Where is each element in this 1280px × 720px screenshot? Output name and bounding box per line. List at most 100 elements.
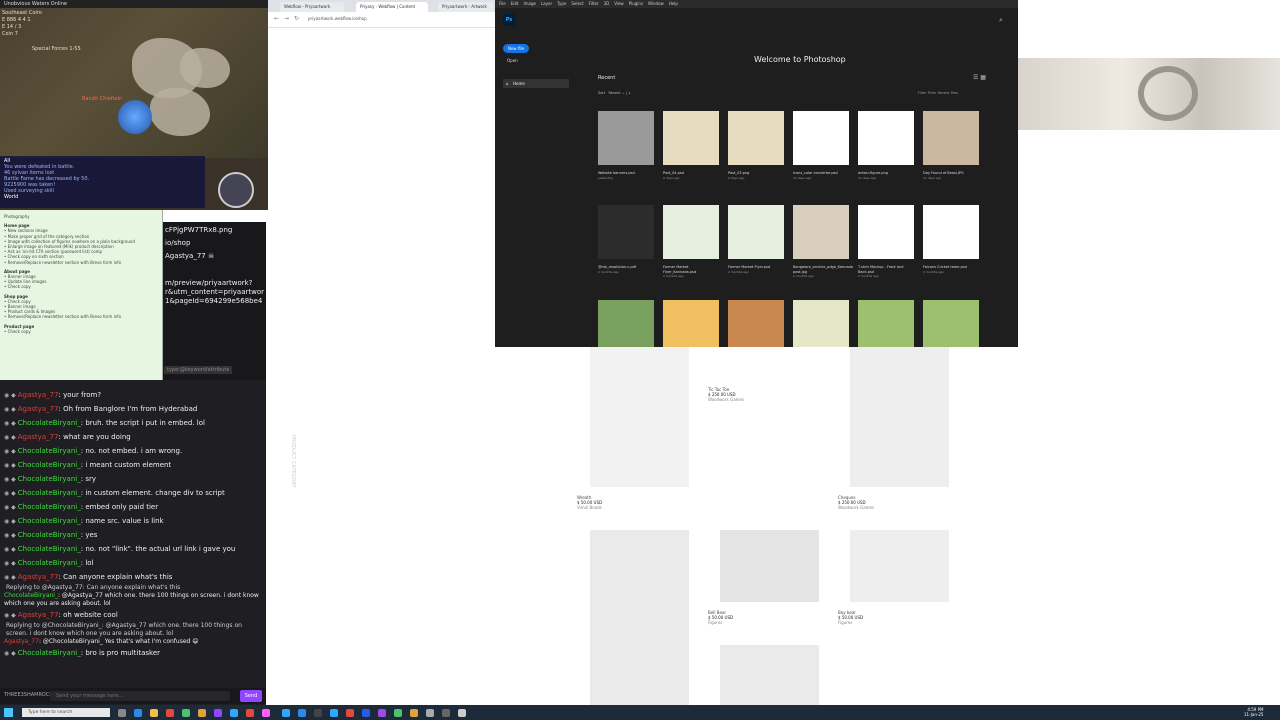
menu-item[interactable]: Select [571,1,583,6]
open-button[interactable]: Open [507,58,518,63]
product-image[interactable] [590,347,689,487]
menu-item[interactable]: View [614,1,624,6]
chat-message[interactable]: ◉ ◆ ChocolateBiryani_: embed only paid ti… [0,500,262,514]
product-card-text[interactable]: Boy bear $ 50.00 USD Figures [838,610,863,625]
reload-icon[interactable]: ↻ [294,15,299,22]
menu-item[interactable]: File [499,1,506,6]
product-card-text[interactable]: Cheques $ 250.00 USD Woodwork Games [838,495,874,510]
back-icon[interactable]: ← [274,15,279,22]
file-thumbnail[interactable] [858,300,914,347]
file-thumbnail[interactable] [728,111,784,165]
recent-file-card[interactable] [858,300,914,347]
menu-item[interactable]: Layer [541,1,552,6]
chat-message[interactable]: ◉ ◆ ChocolateBiryani_: name src. value is… [0,514,262,528]
file-thumbnail[interactable] [663,111,719,165]
settings-icon[interactable] [458,709,466,717]
game-chat[interactable]: All You were defeated in battle. 46 sylv… [0,156,205,208]
recent-file-card[interactable]: Post_03.png 9 days ago [728,111,784,180]
app-icon[interactable] [230,709,238,717]
file-thumbnail[interactable] [793,111,849,165]
recent-file-card[interactable]: Icons_color converter.psd 12 days ago [793,111,849,180]
app-icon[interactable] [262,709,270,717]
taskbar-clock[interactable]: 4:59 PM 11-Jan-25 [1244,707,1263,717]
chat-username[interactable]: ChocolateBiryani_ [18,649,81,657]
chat-message[interactable]: ◉ ◆ ChocolateBiryani_: in custom element.… [0,486,262,500]
taskbar-search[interactable]: Type here to search [22,708,110,717]
file-thumbnail[interactable] [598,300,654,347]
forward-icon[interactable]: → [284,15,289,22]
browser-tab[interactable]: Webflow - Priyaartwork [280,2,344,12]
file-thumbnail[interactable] [858,205,914,259]
recent-file-card[interactable]: Day Found of Beasi.JPG 11 days ago [923,111,979,180]
chat-message[interactable]: ◉ ◆ ChocolateBiryani_: lol [0,556,262,570]
recent-file-card[interactable]: @mk_resolution-c.pdf 2 months ago [598,205,654,274]
recent-file-card[interactable] [598,300,654,347]
url-text[interactable]: priyaartwork.webflow.io/shop [308,16,367,21]
chat-username[interactable]: Agastya_77 [18,405,59,413]
product-image[interactable] [720,645,819,705]
chat-identity[interactable]: THREE3SHAMROCK [4,692,53,698]
app-icon[interactable] [314,709,322,717]
chat-message[interactable]: ◉ ◆ Agastya_77: oh website cool [0,608,262,622]
app-icon[interactable] [182,709,190,717]
file-thumbnail[interactable] [923,205,979,259]
chrome-icon[interactable] [198,709,206,717]
game-window[interactable]: Unobvious Waters Online Southeast Coiro … [0,0,268,210]
file-thumbnail[interactable] [598,205,654,259]
chat-username[interactable]: ChocolateBiryani_ [18,419,81,427]
menu-item[interactable]: Image [523,1,536,6]
file-thumbnail[interactable] [923,300,979,347]
menu-item[interactable]: Plugins [629,1,643,6]
product-card-text[interactable]: Bell Bear $ 50.00 USD Figures [708,610,733,625]
browser-tab[interactable]: Priyasy - Webflow | Content [356,2,428,12]
chat-message[interactable]: ChocolateBiryani_: @Agastya_77 which one… [0,592,262,608]
start-icon[interactable] [4,708,13,717]
chat-message[interactable]: ◉ ◆ ChocolateBiryani_: no. not "link". th… [0,542,262,556]
file-thumbnail[interactable] [793,205,849,259]
chat-message[interactable]: Agastya_77: @ChocolateBiryani_ Yes that'… [0,638,262,646]
file-thumbnail[interactable] [728,205,784,259]
recent-file-card[interactable]: Website banners.psd yesterday [598,111,654,180]
chat-username[interactable]: Agastya_77 [18,391,59,399]
file-thumbnail[interactable] [598,111,654,165]
chat-message[interactable]: ◉ ◆ Agastya_77: what are you doing [0,430,262,444]
photoshop-window[interactable]: File Edit Image Layer Type Select Filter 3D View… [495,0,1018,347]
chat-username[interactable]: ChocolateBiryani_ [18,461,81,469]
file-thumbnail[interactable] [663,300,719,347]
chat-username[interactable]: ChocolateBiryani_ [18,475,81,483]
app-icon[interactable] [330,709,338,717]
menu-item[interactable]: Help [669,1,678,6]
chat-tab-world[interactable]: World [4,194,201,200]
menu-item[interactable]: Type [557,1,566,6]
chat-message[interactable]: ◉ ◆ ChocolateBiryani_: yes [0,528,262,542]
search-icon[interactable]: ⌕ [999,16,1003,25]
product-card-text[interactable]: Tic Tac Toe $ 250.00 USD Woodwork Games [708,387,744,402]
compass-icon[interactable] [218,172,254,208]
product-image[interactable] [850,530,949,602]
recent-file-card[interactable]: action-figure.png 12 days ago [858,111,914,180]
chat-username[interactable]: ChocolateBiryani_ [4,592,58,599]
chat-username[interactable]: Agastya_77 [18,611,59,619]
menu-item[interactable]: Window [648,1,664,6]
app-icon[interactable] [298,709,306,717]
chat-message[interactable]: ◉ ◆ ChocolateBiryani_: i meant custom ele… [0,458,262,472]
chat-username[interactable]: Agastya_77 [18,573,59,581]
recent-file-card[interactable]: Farmer Market Flyer_Kannada.psd 2 months … [663,205,719,278]
menu-item[interactable]: 3D [604,1,610,6]
product-card-text[interactable]: Wreath $ 50.00 USD Vimal Beads [577,495,602,510]
notes-window[interactable]: Photography Home page • New sections imag… [0,210,163,380]
menu-item[interactable]: Edit [511,1,519,6]
chat-message[interactable]: ◉ ◆ ChocolateBiryani_: no. not embed. i a… [0,444,262,458]
chat-username[interactable]: ChocolateBiryani_ [18,545,81,553]
photoshop-taskbar-icon[interactable] [282,709,290,717]
recent-file-card[interactable]: Post_04.psd 9 days ago [663,111,719,180]
folder-icon[interactable] [150,709,158,717]
address-bar[interactable]: ← → ↻ priyaartwork.webflow.io/shop [268,12,495,28]
recent-file-card[interactable] [793,300,849,347]
chat-message[interactable]: ◉ ◆ ChocolateBiryani_: bruh. the script i… [0,416,262,430]
chat-message[interactable]: ◉ ◆ Agastya_77: Can anyone explain what's… [0,570,262,584]
chat-username[interactable]: Agastya_77 [18,433,59,441]
view-toggle-icon[interactable]: ☰ ▦ [973,74,986,81]
chat-messages[interactable]: ◉ ◆ Agastya_77: your from? ◉ ◆ Agastya_77: … [0,388,262,688]
product-image[interactable] [590,530,689,705]
